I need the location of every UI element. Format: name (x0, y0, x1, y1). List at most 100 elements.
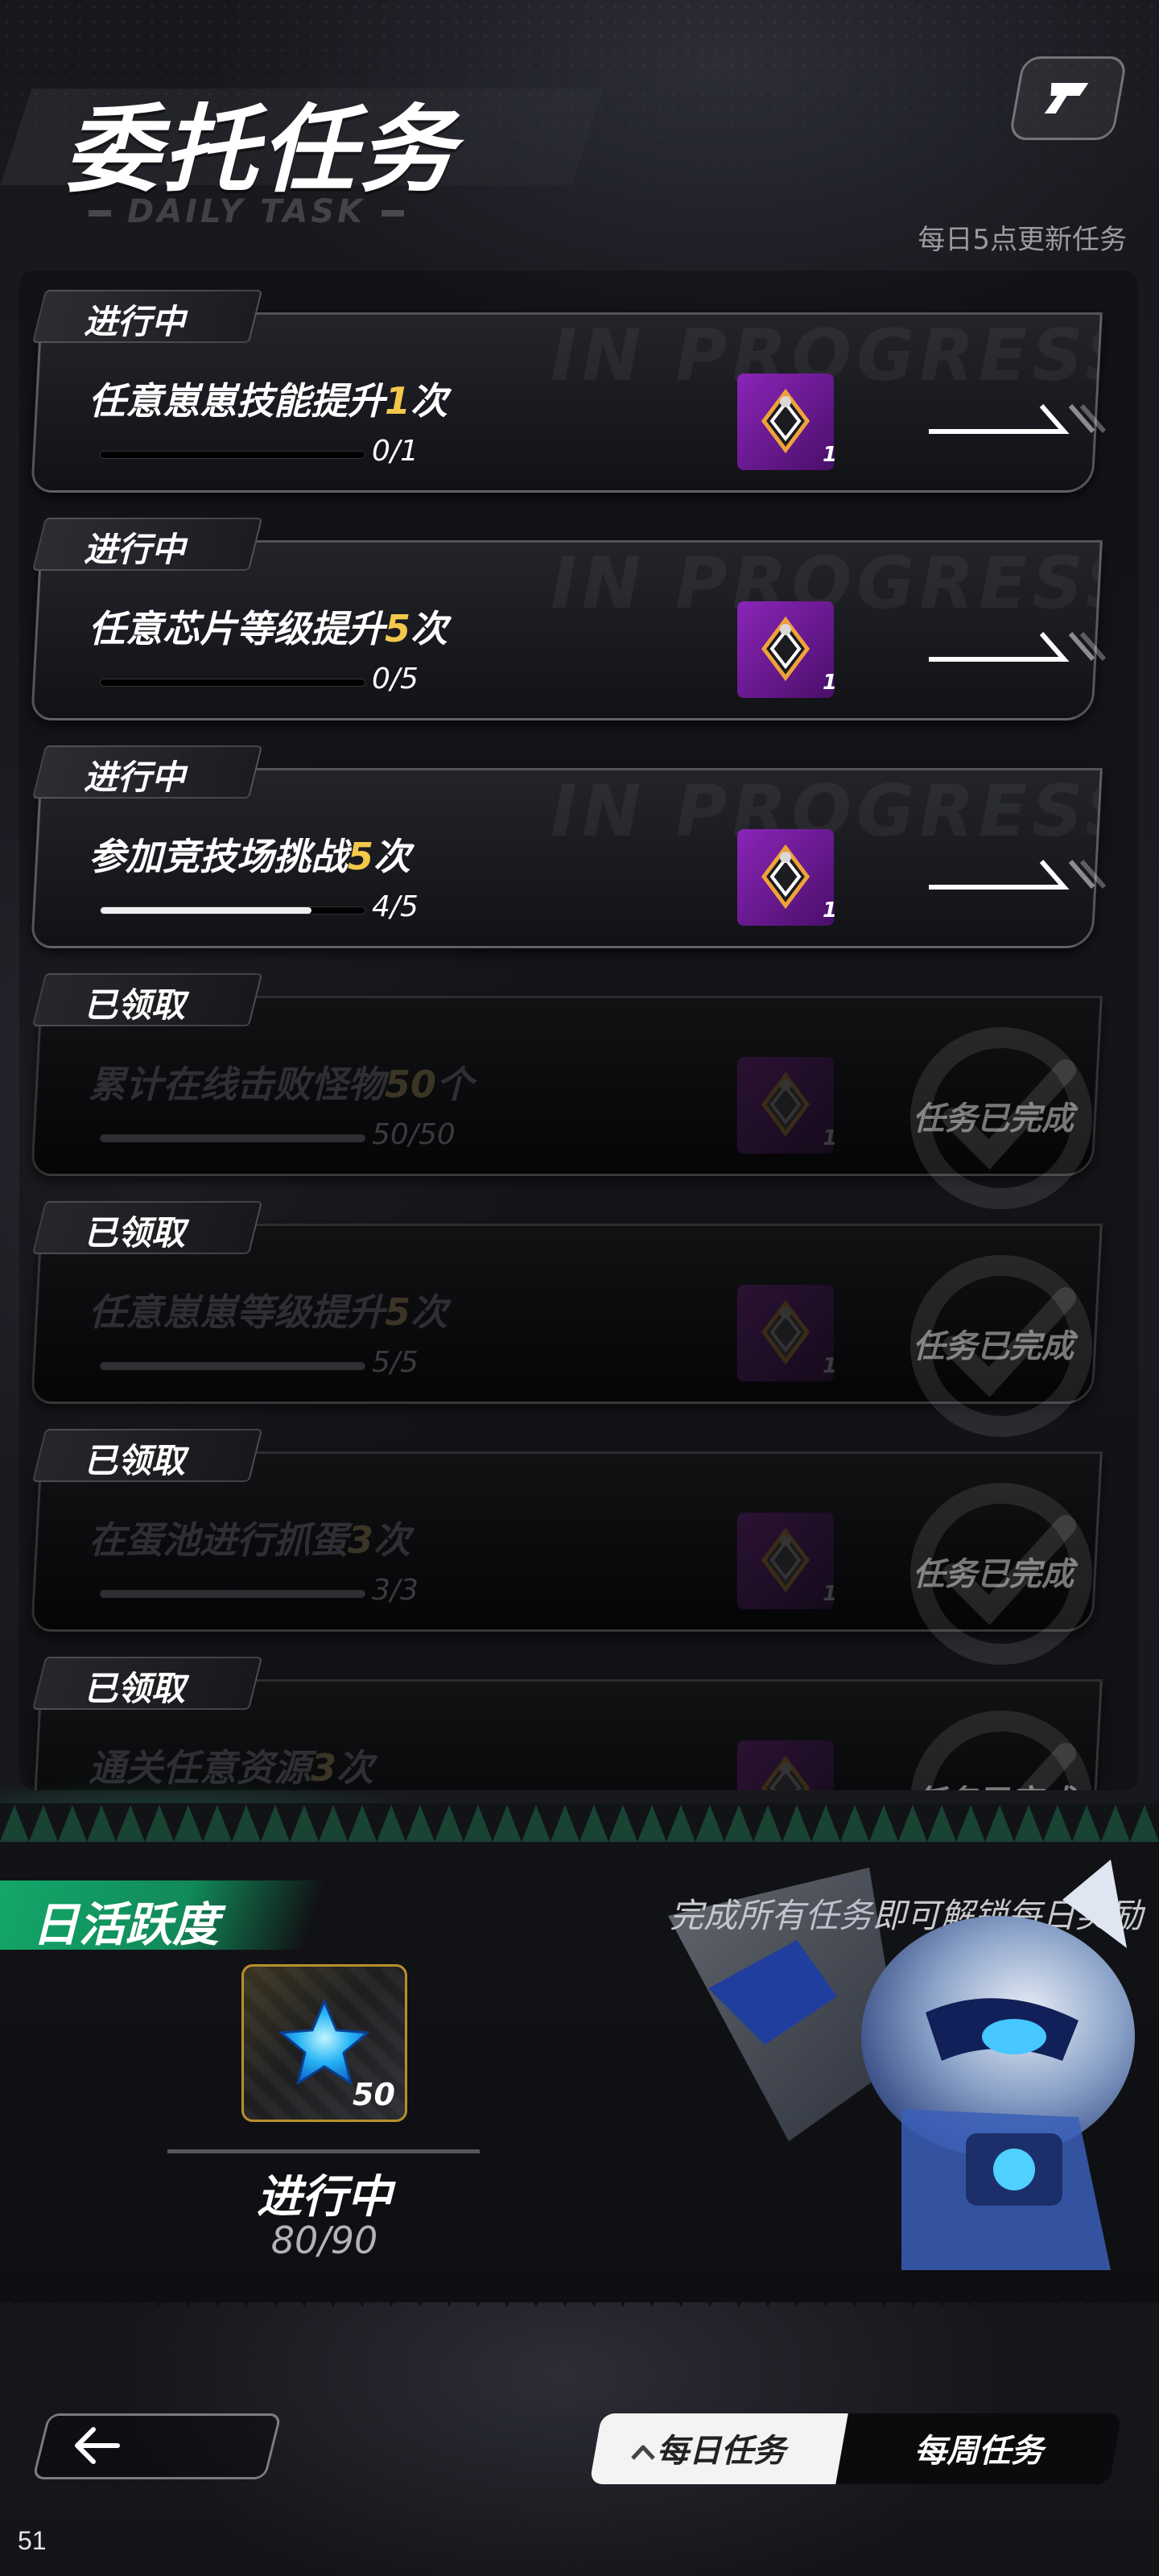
chip-reward-icon (761, 1071, 810, 1137)
task-reward-icon[interactable] (737, 1285, 834, 1381)
chip-reward-icon (761, 388, 810, 454)
chevron-up-icon (631, 2445, 655, 2460)
task-name-suffix: 次 (410, 1290, 448, 1334)
activity-progress: 80/90 (270, 2219, 378, 2262)
task-card[interactable]: 已领取 任意崽崽等级提升5次 5/5 1 任务已完成 (31, 1201, 1103, 1437)
task-progress-fill (101, 907, 312, 914)
task-name: 参加竞技场挑战5次 (89, 828, 410, 881)
task-status-label: 已领取 (84, 1669, 186, 1708)
task-name: 任意崽崽技能提升1次 (89, 372, 448, 425)
refresh-note: 每日5点更新任务 (918, 224, 1127, 256)
chip-reward-icon (761, 1299, 810, 1365)
task-reward-count: 1 (823, 1126, 838, 1150)
task-name-suffix: 个 (436, 1063, 474, 1106)
task-status-label: 进行中 (84, 758, 186, 797)
task-reward-icon[interactable] (737, 1513, 834, 1609)
task-progress-bar (100, 1134, 365, 1142)
task-reward-icon[interactable] (737, 1057, 834, 1154)
task-name-prefix: 任意崽崽技能提升 (89, 379, 385, 423)
task-name-prefix: 在蛋池进行抓蛋 (89, 1518, 348, 1562)
go-arrow-button[interactable] (921, 845, 1106, 902)
task-progress-text: 3/3 (372, 1574, 419, 1607)
chip-reward-icon (761, 616, 810, 682)
task-completed-label: 任务已完成 (913, 1100, 1074, 1137)
task-name-highlight: 3 (348, 1518, 374, 1562)
task-reward-count: 1 (823, 671, 838, 695)
activity-reward-count: 50 (353, 2077, 395, 2112)
task-completed-label: 任务已完成 (913, 1776, 1074, 1790)
task-reward-count: 1 (823, 1582, 838, 1606)
task-reward-icon[interactable] (737, 829, 834, 926)
task-card[interactable]: IN PROGRESS 进行中 任意崽崽技能提升1次 0/1 1 (31, 290, 1106, 493)
task-card[interactable]: IN PROGRESS 进行中 参加竞技场挑战5次 4/5 1 (31, 745, 1106, 948)
task-reward-count: 1 (823, 1354, 838, 1378)
task-status-label: 进行中 (84, 530, 186, 569)
task-progress-text: 50/50 (372, 1118, 456, 1151)
zigzag-divider-top (0, 1805, 1159, 1842)
task-name-suffix: 次 (410, 607, 448, 650)
task-name-prefix: 参加竞技场挑战 (89, 835, 348, 878)
task-name: 任意崽崽等级提升5次 (89, 1283, 448, 1336)
task-name-suffix: 次 (373, 835, 411, 878)
task-name: 在蛋池进行抓蛋3次 (89, 1511, 410, 1564)
task-progress-fill (101, 1591, 365, 1597)
task-status-label: 已领取 (84, 1213, 186, 1253)
tab-daily-text: 每日任务 (657, 2433, 786, 2470)
task-name-suffix: 次 (410, 379, 448, 423)
task-progress-bar (100, 679, 365, 687)
task-progress-text: 0/5 (372, 663, 419, 696)
tab-weekly-label: 每周任务 (914, 2433, 1043, 2470)
task-card[interactable]: IN PROGRESS 进行中 任意芯片等级提升5次 0/5 1 (31, 518, 1106, 720)
task-progress-text: 0/1 (372, 435, 419, 468)
task-name: 任意芯片等级提升5次 (89, 600, 448, 653)
task-completed-label: 任务已完成 (913, 1556, 1074, 1593)
task-name: 累计在线击败怪物50个 (89, 1055, 473, 1108)
task-card[interactable]: 已领取 在蛋池进行抓蛋3次 3/3 1 任务已完成 (31, 1429, 1103, 1665)
chip-reward-icon (761, 1527, 810, 1593)
arrow-left-icon (75, 2427, 120, 2464)
task-name-highlight: 50 (385, 1063, 437, 1106)
task-reward-icon[interactable] (737, 1740, 834, 1790)
task-status-label: 已领取 (84, 1441, 186, 1480)
task-progress-bar (100, 1590, 365, 1598)
go-arrow-button[interactable] (921, 617, 1106, 674)
task-name-prefix: 任意崽崽等级提升 (89, 1290, 385, 1334)
task-progress-fill (101, 1135, 365, 1141)
task-name-highlight: 5 (385, 1290, 411, 1334)
task-name-highlight: 5 (348, 835, 374, 878)
go-arrow-button[interactable] (921, 390, 1106, 446)
share-icon (1044, 83, 1089, 114)
activity-status: 进行中 (257, 2171, 392, 2223)
task-progress-text: 4/5 (372, 890, 419, 923)
task-name-suffix: 次 (373, 1518, 411, 1562)
task-reward-count: 1 (823, 898, 838, 923)
task-status-label: 进行中 (84, 302, 186, 341)
share-button[interactable] (1008, 56, 1128, 140)
tab-daily-label: 每日任务 (629, 2425, 786, 2471)
task-progress-bar (100, 451, 365, 459)
task-card[interactable]: 已领取 累计在线击败怪物50个 50/50 1 任务已完成 (31, 973, 1103, 1209)
page-number: 51 (18, 2526, 47, 2555)
activity-title: 日活跃度 (32, 1897, 220, 1952)
task-reward-icon[interactable] (737, 374, 834, 470)
task-completed-label: 任务已完成 (913, 1328, 1074, 1365)
task-name-highlight: 5 (385, 607, 411, 650)
task-name-highlight: 1 (385, 379, 411, 423)
task-progress-fill (101, 1363, 365, 1369)
task-name-prefix: 任意芯片等级提升 (89, 607, 385, 650)
page-title: 委托任务 (64, 94, 458, 205)
task-reward-count: 1 (823, 443, 838, 467)
subtitle-text: DAILY TASK (127, 193, 366, 230)
robot-mascot-image (668, 1860, 1135, 2270)
chip-reward-icon (761, 1755, 810, 1790)
back-button[interactable] (31, 2413, 283, 2479)
task-reward-icon[interactable] (737, 601, 834, 698)
activity-divider (167, 2149, 480, 2153)
task-status-label: 已领取 (84, 985, 186, 1025)
blue-star-icon (279, 2000, 369, 2085)
page-subtitle: DAILY TASK (72, 193, 420, 230)
task-progress-text: 5/5 (372, 1346, 419, 1379)
task-name-prefix: 累计在线击败怪物 (89, 1063, 385, 1106)
task-list[interactable]: IN PROGRESS 进行中 任意崽崽技能提升1次 0/1 1 IN PROG… (19, 270, 1138, 1790)
header: 委托任务 (0, 72, 604, 205)
